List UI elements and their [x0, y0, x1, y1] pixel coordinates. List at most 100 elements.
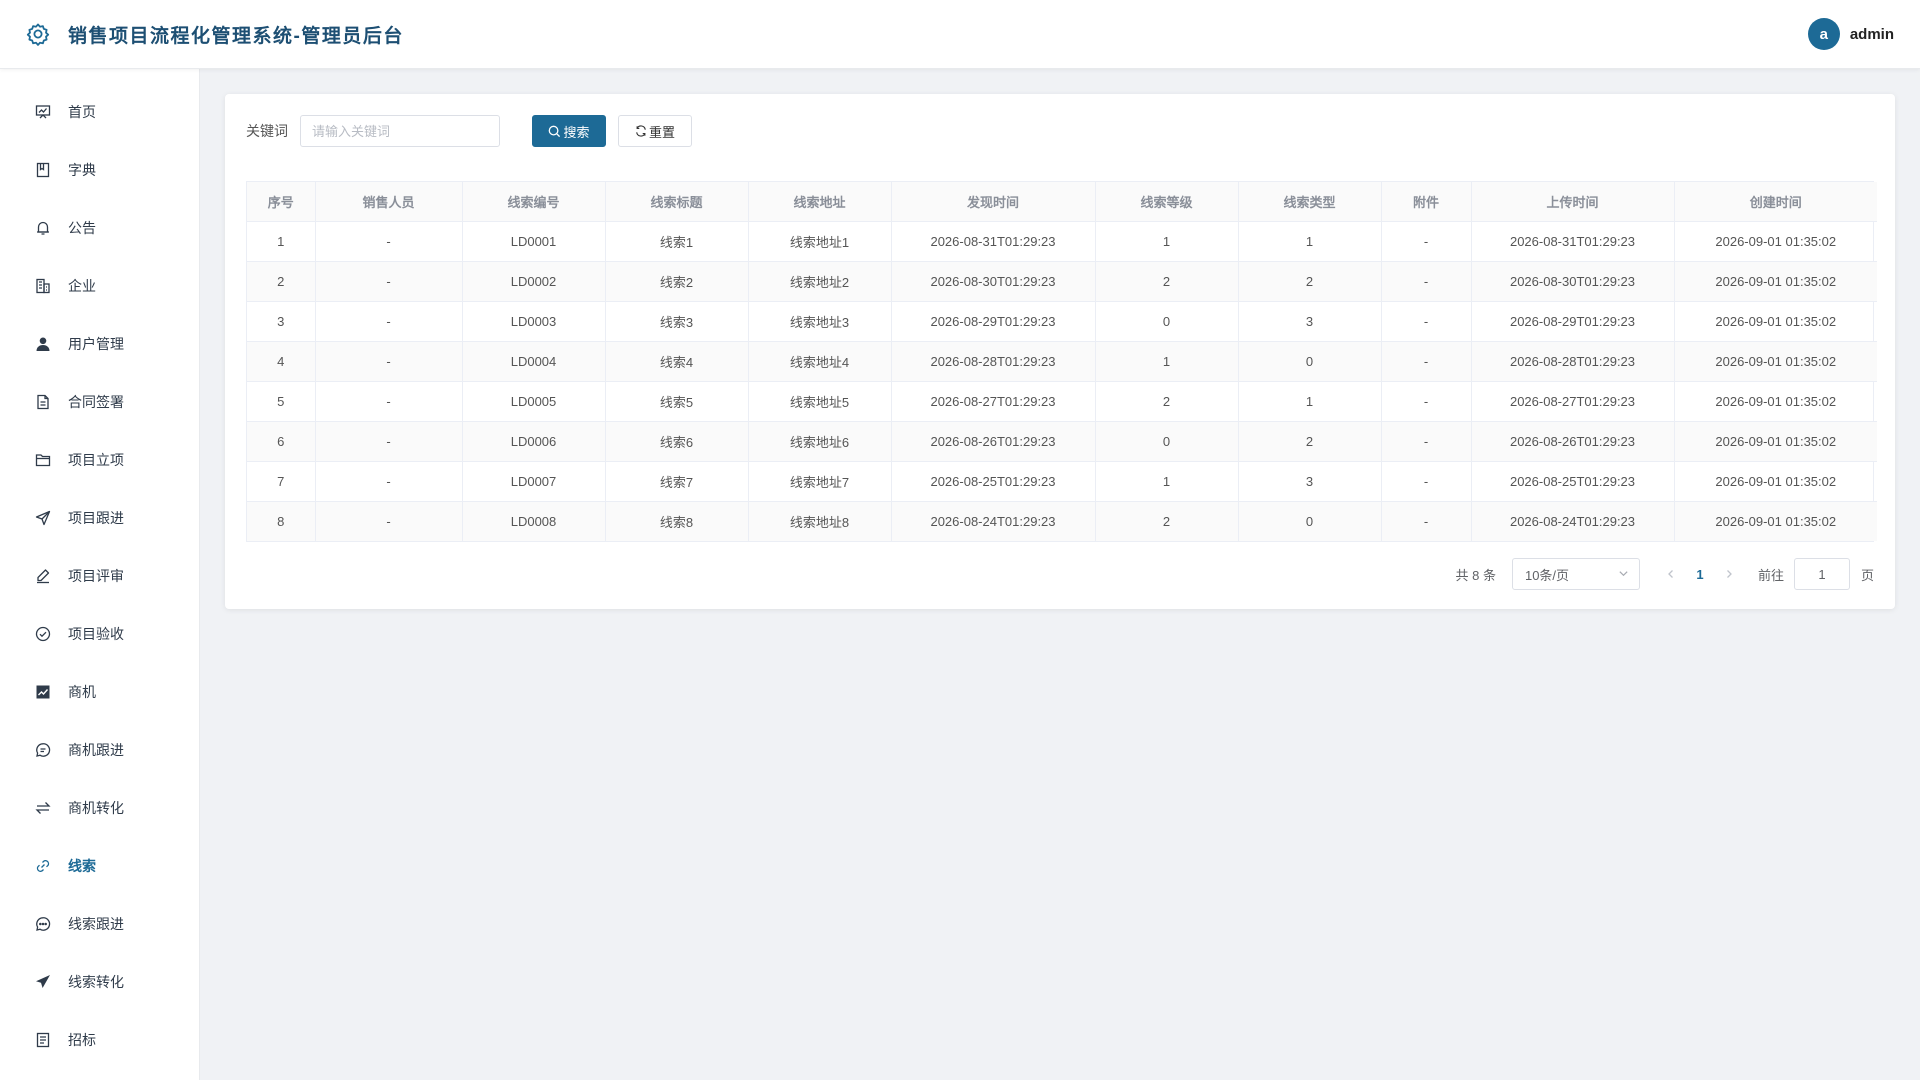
page-size-value: 10条/页 [1524, 567, 1570, 583]
send-icon [34, 509, 52, 527]
sidebar-item-notice[interactable]: 公告 [0, 199, 199, 257]
table-cell: LD0004 [462, 341, 606, 382]
table-cell: 线索地址6 [748, 421, 892, 462]
refresh-icon [635, 125, 647, 137]
table-cell: 2026-08-31T01:29:23 [1471, 221, 1675, 262]
table-cell: 2 [1238, 261, 1382, 302]
app-title: 销售项目流程化管理系统-管理员后台 [68, 25, 404, 47]
book-icon [34, 161, 52, 179]
table-cell: - [315, 461, 463, 502]
table-cell: 线索地址4 [748, 341, 892, 382]
sidebar-item-dictionary[interactable]: 字典 [0, 141, 199, 199]
sidebar-item-contract[interactable]: 合同签署 [0, 373, 199, 431]
sidebar-item-label: 商机跟进 [68, 742, 124, 758]
table-cell: 7 [247, 461, 316, 502]
table-cell: 2026-08-27T01:29:23 [891, 381, 1096, 422]
sidebar-item-label: 线索 [68, 858, 96, 874]
table-cell: 2026-08-30T01:29:23 [891, 261, 1096, 302]
prev-page-button[interactable] [1660, 558, 1682, 590]
goto-page-input[interactable] [1793, 558, 1850, 590]
col-header-lead-type: 线索类型 [1238, 182, 1382, 222]
table-row: 1- LD0001 线索1 线索地址1 2026-08-31T01:29:23 1 1-20… [247, 221, 1877, 262]
sidebar-item-project-initiation[interactable]: 项目立项 [0, 431, 199, 489]
gear-icon[interactable] [24, 20, 52, 48]
user-menu[interactable]: a admin [1807, 18, 1894, 50]
keyword-input[interactable] [300, 115, 500, 147]
sidebar-item-users[interactable]: 用户管理 [0, 315, 199, 373]
table-cell: 2026-08-28T01:29:23 [1471, 341, 1675, 382]
chat-dots-icon [34, 915, 52, 933]
next-page-button[interactable] [1718, 558, 1740, 590]
sidebar-item-enterprise[interactable]: 企业 [0, 257, 199, 315]
table-cell: 线索地址5 [748, 381, 892, 422]
pagination: 共 8 条 10条/页 1 前往 页 [246, 558, 1874, 590]
sidebar-item-project-acceptance[interactable]: 项目验收 [0, 605, 199, 663]
table-cell: LD0005 [462, 381, 606, 422]
sidebar-item-project-review[interactable]: 项目评审 [0, 547, 199, 605]
search-button-label: 搜索 [563, 124, 590, 140]
sidebar-item-opportunity-followup[interactable]: 商机跟进 [0, 721, 199, 779]
table-cell: 2026-09-01 01:35:02 [1674, 421, 1877, 462]
table-cell: 线索1 [605, 221, 749, 262]
sidebar-item-label: 项目评审 [68, 568, 124, 584]
col-header-index: 序号 [247, 182, 316, 222]
table-cell: 2026-08-28T01:29:23 [891, 341, 1096, 382]
search-button[interactable]: 搜索 [532, 115, 606, 147]
page-number-current[interactable]: 1 [1686, 558, 1714, 590]
table-cell: 2026-09-01 01:35:02 [1674, 501, 1877, 541]
table-cell: 线索2 [605, 261, 749, 302]
sidebar-item-label: 合同签署 [68, 394, 124, 410]
table-cell: 2026-09-01 01:35:02 [1674, 221, 1877, 262]
table-cell: 线索地址1 [748, 221, 892, 262]
sidebar-item-label: 商机 [68, 684, 96, 700]
sidebar-item-label: 项目跟进 [68, 510, 124, 526]
table-cell: 0 [1095, 421, 1239, 462]
sidebar-item-project-followup[interactable]: 项目跟进 [0, 489, 199, 547]
building-icon [34, 277, 52, 295]
table-cell: 2026-09-01 01:35:02 [1674, 261, 1877, 302]
sidebar-item-tender[interactable]: 招标 [0, 1011, 199, 1069]
table-cell: 线索6 [605, 421, 749, 462]
col-header-lead-address: 线索地址 [748, 182, 892, 222]
page-size-select[interactable]: 10条/页 [1511, 558, 1640, 590]
table-cell: - [315, 301, 463, 342]
search-bar: 关键词 搜索 重置 [246, 115, 1874, 147]
document-icon [34, 393, 52, 411]
sidebar-item-label: 商机转化 [68, 800, 124, 816]
table-cell: LD0002 [462, 261, 606, 302]
sidebar-item-leads[interactable]: 线索 [0, 837, 199, 895]
table-row: 5- LD0005 线索5 线索地址5 2026-08-27T01:29:23 2 1-20… [247, 381, 1877, 422]
search-icon [548, 125, 561, 138]
sidebar-item-home[interactable]: 首页 [0, 83, 199, 141]
avatar[interactable]: a [1807, 18, 1840, 50]
trend-chart-icon [34, 683, 52, 701]
table-cell: 线索地址3 [748, 301, 892, 342]
table-cell: 2026-08-27T01:29:23 [1471, 381, 1675, 422]
sidebar-item-opportunity[interactable]: 商机 [0, 663, 199, 721]
table-cell: - [1381, 301, 1472, 342]
sidebar-item-lead-conversion[interactable]: 线索转化 [0, 953, 199, 1011]
reset-button[interactable]: 重置 [618, 115, 692, 147]
table-cell: - [1381, 501, 1472, 541]
col-header-attachment: 附件 [1381, 182, 1472, 222]
sidebar-item-opportunity-conversion[interactable]: 商机转化 [0, 779, 199, 837]
chevron-down-icon [1618, 567, 1629, 582]
table-cell: 1 [1095, 221, 1239, 262]
col-header-created-time: 创建时间 [1674, 182, 1877, 222]
table-cell: 1 [1095, 341, 1239, 382]
table-cell: 2 [1095, 381, 1239, 422]
table-cell: 0 [1238, 501, 1382, 541]
sidebar-item-lead-followup[interactable]: 线索跟进 [0, 895, 199, 953]
username[interactable]: admin [1850, 26, 1894, 43]
swap-icon [34, 799, 52, 817]
table-cell: 线索地址8 [748, 501, 892, 541]
table-row: 6- LD0006 线索6 线索地址6 2026-08-26T01:29:23 0 2-20… [247, 421, 1877, 462]
sidebar-item-label: 项目立项 [68, 452, 124, 468]
table-cell: 2 [1095, 501, 1239, 541]
table-cell: 5 [247, 381, 316, 422]
table-cell: 2 [247, 261, 316, 302]
table-cell: - [1381, 381, 1472, 422]
table-cell: 2026-08-25T01:29:23 [891, 461, 1096, 502]
user-icon [34, 335, 52, 353]
table-cell: 8 [247, 501, 316, 541]
